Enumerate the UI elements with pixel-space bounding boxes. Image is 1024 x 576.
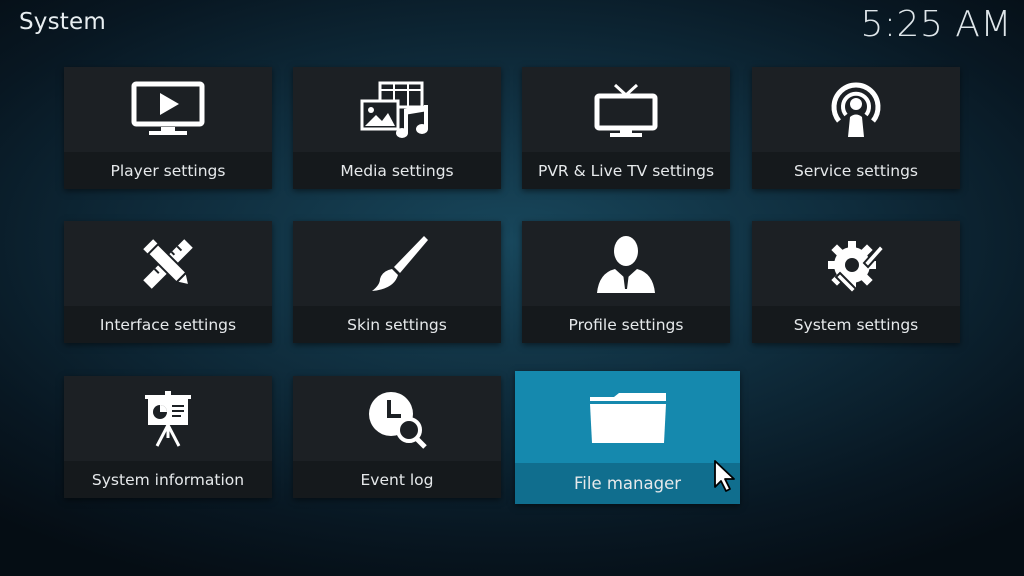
tile-event-log[interactable]: Event log [293,376,501,498]
tile-label: File manager [573,474,682,493]
tile-label: Service settings [793,161,919,180]
gear-wrench-icon [828,240,886,294]
user-icon [597,235,655,293]
tile-file-manager[interactable]: File manager [515,371,740,504]
tile-label: Skin settings [347,315,447,334]
tv-antenna-icon [594,83,658,137]
tile-skin-settings[interactable]: Skin settings [293,221,501,343]
tv-play-icon [131,81,205,135]
tile-label: Profile settings [568,315,684,334]
tile-label: Event log [360,470,434,489]
podcast-icon [831,82,881,137]
tile-label: Player settings [110,161,226,180]
tile-pvr-settings[interactable]: PVR & Live TV settings [522,67,730,189]
folder-icon [589,393,666,443]
tile-label: Media settings [340,161,454,180]
clock-search-icon [369,391,427,449]
tile-system-information[interactable]: System information [64,376,272,498]
page-title: System [19,9,106,35]
presentation-icon [145,390,191,447]
tile-label: System information [91,470,245,489]
mouse-cursor-icon [714,460,735,492]
tile-profile-settings[interactable]: Profile settings [522,221,730,343]
tile-player-settings[interactable]: Player settings [64,67,272,189]
tile-label: Interface settings [99,315,237,334]
tile-service-settings[interactable]: Service settings [752,67,960,189]
paintbrush-icon [372,235,428,291]
tile-label: PVR & Live TV settings [537,161,715,180]
media-icon [360,81,428,138]
tile-label: System settings [793,315,919,334]
pencil-ruler-icon [143,238,193,289]
tile-media-settings[interactable]: Media settings [293,67,501,189]
clock: 5:25 AM [860,4,1012,45]
tile-interface-settings[interactable]: Interface settings [64,221,272,343]
tile-system-settings[interactable]: System settings [752,221,960,343]
